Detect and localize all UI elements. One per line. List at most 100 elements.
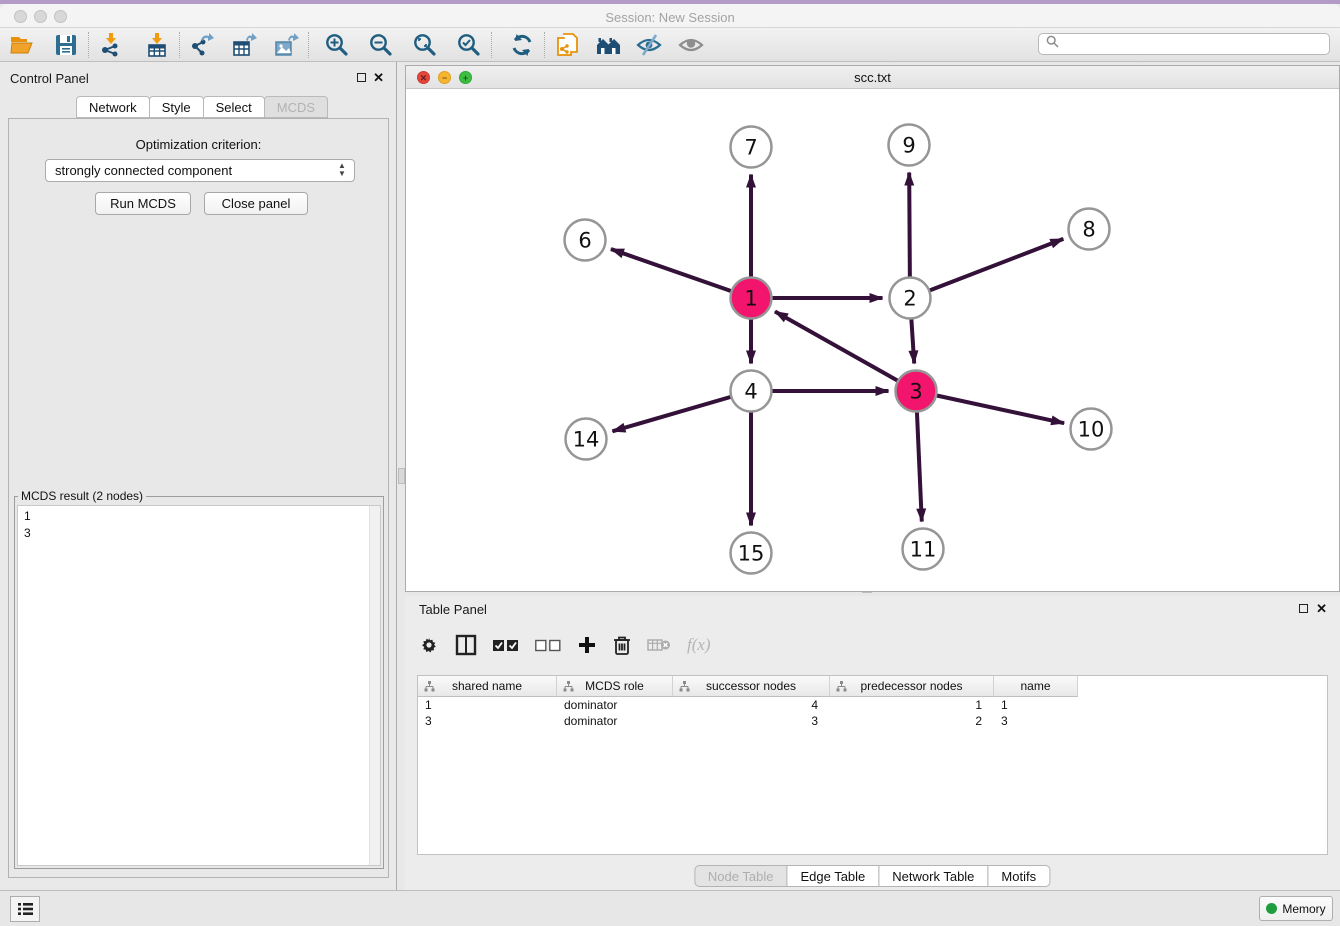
search-field[interactable] xyxy=(1038,33,1330,55)
export-network-icon[interactable] xyxy=(188,31,216,59)
float-table-panel-icon[interactable] xyxy=(1299,604,1308,613)
list-icon xyxy=(17,902,34,916)
column-header-filler xyxy=(1078,676,1327,697)
memory-button[interactable]: Memory xyxy=(1259,896,1333,921)
zoom-selected-icon[interactable] xyxy=(455,31,483,59)
table-row[interactable]: 1dominator411 xyxy=(418,697,1327,713)
edge-2-8[interactable] xyxy=(910,239,1063,298)
import-network-icon[interactable] xyxy=(97,31,125,59)
select-all-columns-icon[interactable] xyxy=(493,639,519,652)
close-panel-button[interactable]: Close panel xyxy=(204,192,308,215)
svg-text:15: 15 xyxy=(738,542,765,566)
cell-predecessor-nodes[interactable]: 2 xyxy=(830,713,994,729)
node-table: shared nameMCDS rolesuccessor nodesprede… xyxy=(417,675,1328,855)
add-column-icon[interactable] xyxy=(577,635,597,655)
memory-status-icon xyxy=(1266,903,1277,914)
close-table-panel-icon[interactable]: ✕ xyxy=(1316,603,1327,614)
node-15[interactable]: 15 xyxy=(731,533,772,574)
cell-shared-name[interactable]: 3 xyxy=(418,713,557,729)
tab-style[interactable]: Style xyxy=(149,96,204,118)
svg-text:3: 3 xyxy=(909,380,922,404)
refresh-icon[interactable] xyxy=(508,31,536,59)
zoom-fit-icon[interactable] xyxy=(411,31,439,59)
node-1[interactable]: 1 xyxy=(731,278,772,319)
node-10[interactable]: 10 xyxy=(1071,409,1112,450)
network-view-window: ✕ − + scc.txt 1234678910111415 xyxy=(405,65,1340,592)
tab-motifs[interactable]: Motifs xyxy=(987,865,1050,887)
cell-successor-nodes[interactable]: 3 xyxy=(673,713,830,729)
tab-select[interactable]: Select xyxy=(203,96,265,118)
export-image-icon[interactable] xyxy=(272,31,300,59)
edge-1-6[interactable] xyxy=(611,249,751,298)
zoom-in-icon[interactable] xyxy=(323,31,351,59)
control-panel-title: Control Panel xyxy=(10,71,89,86)
show-all-icon[interactable] xyxy=(677,31,705,59)
tab-network-table[interactable]: Network Table xyxy=(878,865,988,887)
cell-name[interactable]: 3 xyxy=(994,713,1078,729)
function-builder-icon[interactable]: f(x) xyxy=(687,635,711,655)
toolbar-separator xyxy=(544,32,545,58)
toolbar-separator xyxy=(308,32,309,58)
table-panel: Table Panel ✕ f(x) shared nameMCDS roles… xyxy=(405,596,1340,890)
cell-successor-nodes[interactable]: 4 xyxy=(673,697,830,713)
column-header-predecessor-nodes[interactable]: predecessor nodes xyxy=(830,676,994,697)
network-graph-canvas[interactable]: 1 2 3 4 6 7 8 9 10 11 14 15 xyxy=(406,89,1339,591)
tab-node-table[interactable]: Node Table xyxy=(694,865,788,887)
mcds-result-title: MCDS result (2 nodes) xyxy=(18,489,146,503)
svg-text:4: 4 xyxy=(744,380,757,404)
task-history-button[interactable] xyxy=(10,896,40,922)
column-header-MCDS-role[interactable]: MCDS role xyxy=(557,676,673,697)
table-toolbar: f(x) xyxy=(419,630,711,660)
first-neighbors-icon[interactable] xyxy=(595,31,623,59)
export-table-icon[interactable] xyxy=(230,31,258,59)
search-input[interactable] xyxy=(1063,35,1329,53)
svg-text:2: 2 xyxy=(903,287,916,311)
column-header-successor-nodes[interactable]: successor nodes xyxy=(673,676,830,697)
node-6[interactable]: 6 xyxy=(565,220,606,261)
zoom-out-icon[interactable] xyxy=(367,31,395,59)
open-file-icon[interactable] xyxy=(8,31,36,59)
node-11[interactable]: 11 xyxy=(903,529,944,570)
delete-column-icon[interactable] xyxy=(613,635,631,656)
node-7[interactable]: 7 xyxy=(731,127,772,168)
vertical-splitter-handle[interactable] xyxy=(398,468,405,484)
deselect-all-columns-icon[interactable] xyxy=(535,639,561,652)
edge-3-10[interactable] xyxy=(916,391,1064,423)
node-9[interactable]: 9 xyxy=(889,125,930,166)
criterion-select[interactable]: strongly connected component ▲▼ xyxy=(45,159,355,182)
column-layout-icon[interactable] xyxy=(455,634,477,656)
column-header-shared-name[interactable]: shared name xyxy=(418,676,557,697)
svg-text:6: 6 xyxy=(578,229,591,253)
tab-mcds[interactable]: MCDS xyxy=(264,96,328,118)
tab-network[interactable]: Network xyxy=(76,96,150,118)
import-table-icon[interactable] xyxy=(143,31,171,59)
svg-text:8: 8 xyxy=(1082,218,1095,242)
cell-predecessor-nodes[interactable]: 1 xyxy=(830,697,994,713)
hide-selection-icon[interactable] xyxy=(635,31,663,59)
column-header-name[interactable]: name xyxy=(994,676,1078,697)
node-14[interactable]: 14 xyxy=(566,419,607,460)
table-settings-icon[interactable] xyxy=(419,635,439,655)
new-network-from-selection-icon[interactable] xyxy=(553,31,581,59)
save-session-icon[interactable] xyxy=(52,31,80,59)
tab-edge-table[interactable]: Edge Table xyxy=(786,865,879,887)
run-mcds-button[interactable]: Run MCDS xyxy=(95,192,191,215)
table-row[interactable]: 3dominator323 xyxy=(418,713,1327,729)
node-3[interactable]: 3 xyxy=(896,371,937,412)
search-icon xyxy=(1046,35,1059,53)
cell-MCDS-role[interactable]: dominator xyxy=(557,713,673,729)
delete-table-icon[interactable] xyxy=(647,637,671,653)
cell-name[interactable]: 1 xyxy=(994,697,1078,713)
memory-label: Memory xyxy=(1282,902,1325,916)
cell-shared-name[interactable]: 1 xyxy=(418,697,557,713)
node-4[interactable]: 4 xyxy=(731,371,772,412)
edge-3-1[interactable] xyxy=(775,312,916,391)
result-scrollbar[interactable] xyxy=(369,506,380,865)
cell-MCDS-role[interactable]: dominator xyxy=(557,697,673,713)
node-8[interactable]: 8 xyxy=(1069,209,1110,250)
close-panel-icon[interactable]: ✕ xyxy=(373,72,384,83)
svg-text:9: 9 xyxy=(902,134,915,158)
mcds-result-group: MCDS result (2 nodes) 1 3 xyxy=(14,489,384,869)
float-panel-icon[interactable] xyxy=(357,73,366,82)
node-2[interactable]: 2 xyxy=(890,278,931,319)
